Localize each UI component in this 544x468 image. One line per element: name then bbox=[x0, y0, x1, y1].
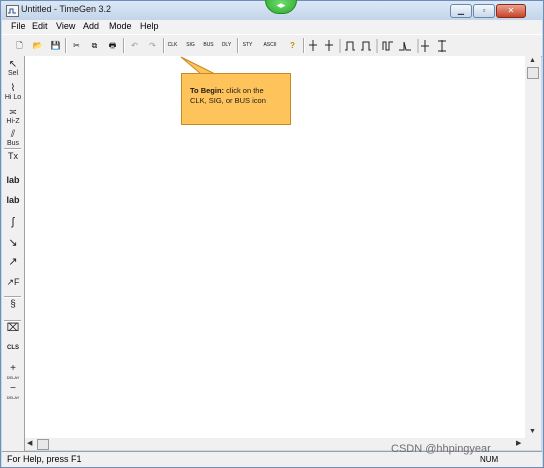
left-toolbar: ↖ Sel ⌇ Hi Lo ≍ Hi-Z ⫽ Bus Tx lab lab ʃ … bbox=[2, 56, 25, 452]
new-file-icon[interactable]: 🗋 bbox=[12, 38, 27, 53]
delay-tool-2[interactable]: − DELAY bbox=[4, 384, 22, 401]
center-badge[interactable]: ◂▸ bbox=[265, 0, 297, 14]
menu-mode[interactable]: Mode bbox=[109, 21, 132, 31]
arrow-f-icon[interactable]: ↗F bbox=[4, 278, 22, 295]
text-tool[interactable]: Tx bbox=[4, 152, 22, 169]
expand-icon bbox=[309, 40, 317, 51]
help-icon[interactable]: ? bbox=[285, 38, 300, 53]
menu-bar: File Edit View Add Mode Help bbox=[2, 20, 542, 34]
menu-view[interactable]: View bbox=[56, 21, 75, 31]
toolbar-separator bbox=[123, 38, 125, 53]
bus-icon: ⫽ bbox=[10, 129, 16, 140]
shrink-icon bbox=[325, 40, 333, 51]
callout-title: To Begin: bbox=[190, 86, 225, 95]
ascii-button[interactable]: ASCII bbox=[260, 38, 280, 53]
bus-label: Bus bbox=[6, 140, 20, 147]
pulse-icon bbox=[382, 41, 393, 51]
vertical-align-icon bbox=[421, 40, 429, 52]
toolbar-separator bbox=[303, 38, 305, 53]
menu-edit[interactable]: Edit bbox=[32, 21, 48, 31]
undo-icon[interactable]: ↶ bbox=[127, 38, 142, 53]
scroll-corner bbox=[525, 438, 541, 450]
bus-tool[interactable]: ⫽ Bus bbox=[4, 129, 22, 148]
redo-icon[interactable]: ↷ bbox=[145, 38, 160, 53]
scroll-down-icon[interactable]: ▼ bbox=[529, 428, 536, 435]
menu-help[interactable]: Help bbox=[140, 21, 159, 31]
cut-icon[interactable]: ✂ bbox=[69, 38, 84, 53]
break-icon[interactable]: § bbox=[4, 300, 22, 318]
left-separator bbox=[4, 296, 21, 298]
timing-tools-group[interactable] bbox=[307, 39, 542, 53]
watermark: CSDN @hhpingyear bbox=[391, 443, 491, 455]
num-lock-indicator: NUM bbox=[480, 455, 499, 464]
app-window: Untitled - TimeGen 3.2 ◂▸ ▁ ▫ ✕ File Edi… bbox=[0, 0, 544, 468]
diagonal-edge-icon[interactable]: ↘ bbox=[4, 238, 22, 256]
title-bar[interactable]: Untitled - TimeGen 3.2 ◂▸ ▁ ▫ ✕ bbox=[1, 0, 543, 20]
minimize-button[interactable]: ▁ bbox=[450, 4, 472, 18]
save-icon[interactable]: 💾 bbox=[48, 38, 63, 53]
select-tool[interactable]: ↖ Sel bbox=[4, 59, 22, 78]
bus-button[interactable]: BUS bbox=[201, 38, 216, 53]
getting-started-callout: To Begin: click on the CLK, SIG, or BUS … bbox=[181, 73, 291, 125]
horizontal-scroll-thumb[interactable] bbox=[37, 439, 49, 450]
vertical-scrollbar[interactable]: ▲ ▼ bbox=[525, 56, 541, 438]
vertical-scroll-thumb[interactable] bbox=[527, 67, 539, 79]
delay-label: DELAY bbox=[6, 375, 20, 380]
print-icon[interactable]: 🖶 bbox=[105, 38, 120, 53]
curve-edge-icon[interactable]: ʃ bbox=[4, 217, 22, 235]
toolbar-separator bbox=[237, 38, 239, 53]
delay-tool[interactable]: + DELAY bbox=[4, 364, 22, 381]
cls-tool[interactable]: CLS bbox=[4, 344, 22, 361]
maximize-button[interactable]: ▫ bbox=[473, 4, 495, 18]
menu-file[interactable]: File bbox=[11, 21, 26, 31]
hiz-icon: ≍ bbox=[8, 107, 18, 118]
app-icon bbox=[6, 5, 19, 17]
wave-high-icon bbox=[345, 41, 355, 51]
copy-icon[interactable]: ⧉ bbox=[87, 38, 102, 53]
edge-icon bbox=[399, 41, 411, 51]
hi-lo-label: Hi Lo bbox=[4, 94, 22, 101]
scroll-up-icon[interactable]: ▲ bbox=[529, 57, 536, 64]
eraser-icon[interactable]: ⌧ bbox=[4, 323, 22, 341]
callout-text: To Begin: click on the CLK, SIG, or BUS … bbox=[190, 86, 286, 106]
open-folder-icon[interactable]: 📂 bbox=[30, 38, 45, 53]
sty-button[interactable]: STY bbox=[240, 38, 255, 53]
label-tool[interactable]: lab bbox=[4, 176, 22, 193]
minus-icon: − bbox=[10, 383, 16, 394]
menu-add[interactable]: Add bbox=[83, 21, 99, 31]
dly-button[interactable]: DLY bbox=[219, 38, 234, 53]
wave-icon: ⌇ bbox=[10, 83, 16, 94]
hi-z-label: Hi-Z bbox=[6, 118, 20, 125]
select-label: Sel bbox=[7, 70, 19, 77]
vertical-spread-icon bbox=[438, 40, 446, 52]
callout-line2: CLK, SIG, or BUS icon bbox=[190, 96, 266, 105]
pointer-icon: ↖ bbox=[8, 59, 18, 70]
toolbar-separator bbox=[65, 38, 67, 53]
left-separator bbox=[4, 148, 21, 150]
wave-low-icon bbox=[361, 41, 371, 51]
arrow-icon[interactable]: ↗ bbox=[4, 257, 22, 275]
scroll-right-icon[interactable]: ▶ bbox=[516, 439, 521, 447]
delay-label-2: DELAY bbox=[6, 395, 20, 400]
plus-icon: + bbox=[10, 363, 16, 374]
hi-z-tool[interactable]: ≍ Hi-Z bbox=[4, 107, 22, 126]
status-help-text: For Help, press F1 bbox=[7, 454, 82, 464]
scroll-left-icon[interactable]: ◀ bbox=[27, 439, 32, 447]
close-button[interactable]: ✕ bbox=[496, 4, 526, 18]
label-tool-2[interactable]: lab bbox=[4, 196, 22, 213]
callout-line1: click on the bbox=[224, 86, 264, 95]
sig-button[interactable]: SIG bbox=[183, 38, 198, 53]
main-toolbar: 🗋 📂 💾 ✂ ⧉ 🖶 ↶ ↷ CLK SIG BUS DLY STY ASCI… bbox=[2, 34, 542, 57]
hi-lo-tool[interactable]: ⌇ Hi Lo bbox=[4, 83, 22, 102]
clk-button[interactable]: CLK bbox=[165, 38, 180, 53]
window-title: Untitled - TimeGen 3.2 bbox=[21, 4, 112, 14]
